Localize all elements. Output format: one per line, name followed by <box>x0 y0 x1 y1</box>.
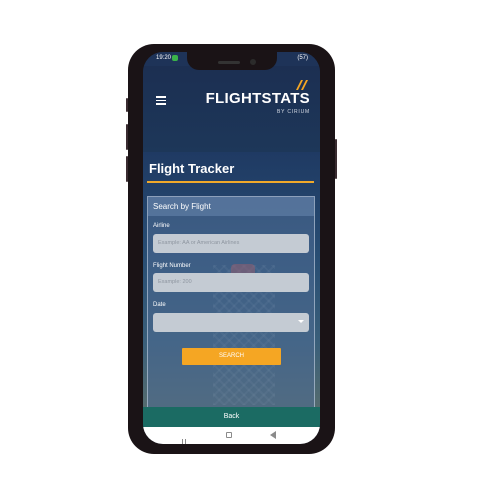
volume-up-button <box>126 124 128 150</box>
volume-down-button <box>126 156 128 182</box>
dropdown-arrow-icon <box>298 320 304 323</box>
hamburger-menu-icon[interactable] <box>156 96 166 105</box>
notification-icon <box>172 55 178 61</box>
speaker <box>218 61 240 64</box>
back-nav-icon[interactable] <box>270 431 276 439</box>
airline-input[interactable]: Example: AA or American Airlines <box>153 234 309 253</box>
status-time: 19:20 <box>156 55 172 61</box>
date-select[interactable] <box>153 313 309 332</box>
brand-subtitle: BY CIRIUM <box>277 109 310 115</box>
system-nav-bar <box>143 427 320 444</box>
status-battery: (57) <box>297 55 308 61</box>
date-label: Date <box>153 302 166 308</box>
phone-screen: 19:20 (57) FLIGHTSTATS BY CIRIUM Flight … <box>143 52 320 444</box>
power-button <box>335 139 337 179</box>
camera <box>250 59 256 65</box>
airline-label: Airline <box>153 223 170 229</box>
title-underline <box>147 181 314 183</box>
brand-name[interactable]: FLIGHTSTATS <box>206 90 310 107</box>
search-panel: Search by Flight Airline Example: AA or … <box>147 196 315 407</box>
search-button[interactable]: SEARCH <box>182 348 281 365</box>
panel-heading: Search by Flight <box>148 197 314 216</box>
home-icon[interactable] <box>226 432 232 438</box>
back-button[interactable]: Back <box>143 407 320 427</box>
app-header: FLIGHTSTATS BY CIRIUM <box>143 66 320 152</box>
phone-frame: 19:20 (57) FLIGHTSTATS BY CIRIUM Flight … <box>126 44 337 454</box>
flight-number-input[interactable]: Example: 200 <box>153 273 309 292</box>
main-content: Flight Tracker Search by Flight Airline … <box>143 152 320 407</box>
page-title: Flight Tracker <box>149 161 235 176</box>
notch <box>187 52 277 70</box>
side-button-top <box>126 98 128 112</box>
flight-number-label: Flight Number <box>153 263 191 269</box>
recent-apps-icon[interactable] <box>182 432 189 444</box>
